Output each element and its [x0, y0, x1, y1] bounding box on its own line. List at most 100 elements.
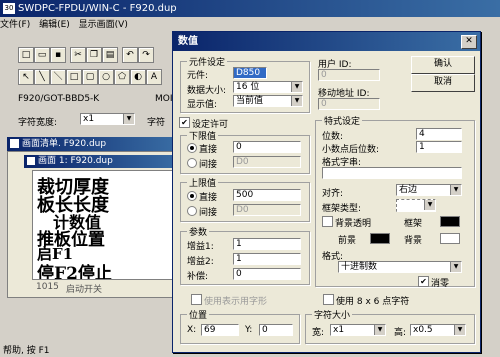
lower-direct-radio[interactable] — [187, 143, 197, 153]
redo-icon[interactable]: ↷ — [138, 47, 154, 63]
foreground-color-swatch[interactable] — [370, 233, 390, 244]
data-size-combo[interactable]: 16 位 ▼ — [233, 81, 303, 93]
upper-indirect-field: D0 — [233, 204, 301, 216]
use-symbol-checkbox — [191, 294, 202, 305]
undo-icon[interactable]: ↶ — [122, 47, 138, 63]
gain2-field[interactable]: 1 — [233, 253, 301, 265]
zero-suppress-checkbox[interactable]: ✔ — [418, 276, 429, 287]
offset-label: 补偿: — [187, 272, 209, 282]
upper-indirect-radio[interactable] — [187, 206, 197, 216]
main-window-title: SWDPC-FPDU/WIN-C - F920.dup — [18, 3, 177, 14]
digits-field[interactable]: 4 — [416, 128, 462, 140]
upper-direct-radio[interactable] — [187, 191, 197, 201]
rectangle-tool-icon[interactable]: □ — [66, 69, 82, 85]
cancel-button[interactable]: 取消 — [411, 74, 475, 92]
main-title-bar: 30 SWDPC-FPDU/WIN-C - F920.dup — [0, 0, 500, 17]
pos-x-field[interactable]: 69 — [201, 324, 239, 336]
char-size-group: 字符大小 宽: x1 ▼ 高: x0.5 ▼ — [305, 308, 475, 344]
format-settings-label: 特式设定 — [322, 114, 363, 127]
align-label: 对齐: — [322, 189, 344, 199]
cut-icon[interactable]: ✂ — [70, 47, 86, 63]
char-width-value: x1 — [83, 114, 95, 124]
chevron-down-icon[interactable]: ▼ — [123, 114, 134, 124]
format-settings-group: 特式设定 位数: 4 小数点后位数: 1 格式字串: 对齐: 右边 ▼ 框架类型… — [315, 114, 475, 289]
chevron-down-icon[interactable]: ▼ — [450, 262, 461, 272]
use-8x6-checkbox[interactable] — [323, 294, 334, 305]
data-size-label: 数据大小: — [187, 86, 227, 96]
char-width-combo[interactable]: x1 ▼ — [80, 113, 135, 125]
menu-file[interactable]: 文件(F) — [0, 20, 30, 30]
frame-type-picker[interactable]: ▼ — [396, 199, 436, 212]
component-field[interactable]: D850 — [233, 67, 267, 79]
ellipse-tool-icon[interactable]: ○ — [98, 69, 114, 85]
menu-edit[interactable]: 编辑(E) — [39, 20, 70, 30]
pos-x-label: X: — [187, 325, 197, 335]
chevron-down-icon[interactable]: ▼ — [374, 325, 385, 335]
pos-y-field[interactable]: 0 — [259, 324, 293, 336]
numeric-dialog: 数值 ✕ 确认 取消 元件设定 元件: D850 数据大小: 16 位 ▼ 显示… — [172, 31, 481, 353]
menu-view[interactable]: 显示画面(V) — [79, 20, 128, 30]
gain1-field[interactable]: 1 — [233, 238, 301, 250]
element-settings-group: 元件设定 元件: D850 数据大小: 16 位 ▼ 显示值: 当前值 ▼ — [180, 55, 310, 113]
decimal-field[interactable]: 1 — [416, 141, 462, 153]
pos-y-label: Y: — [245, 325, 253, 335]
lower-indirect-radio[interactable] — [187, 158, 197, 168]
diagonal-line-icon[interactable]: ╲ — [34, 69, 50, 85]
bottom-mid-text: 启动开关 — [66, 285, 103, 295]
display-value-combo[interactable]: 当前值 ▼ — [233, 95, 303, 107]
open-file-icon[interactable]: ▭ — [34, 47, 50, 63]
foreground-label: 前景 — [338, 236, 357, 246]
screen-editor-title: 画面 1: F920.dup — [38, 156, 113, 166]
screen-icon — [27, 156, 35, 165]
format-string-field[interactable] — [322, 167, 462, 179]
data-size-value: 16 位 — [236, 82, 260, 92]
copy-icon[interactable]: ❐ — [86, 47, 102, 63]
new-file-icon[interactable]: □ — [18, 47, 34, 63]
fill-tool-icon[interactable]: ◐ — [130, 69, 146, 85]
screen-canvas[interactable]: 裁切厚度 板长长度 计数值 推板位置 启F1 停F2停止 — [32, 170, 182, 280]
upper-direct-label: 直接 — [199, 193, 218, 203]
chevron-down-icon[interactable]: ▼ — [291, 96, 302, 106]
canvas-line-6[interactable]: 停F2停止 — [37, 259, 112, 279]
round-rect-icon[interactable]: ▢ — [82, 69, 98, 85]
chevron-down-icon[interactable]: ▼ — [454, 325, 465, 335]
chevron-down-icon[interactable]: ▼ — [450, 185, 461, 195]
ok-button[interactable]: 确认 — [411, 56, 475, 74]
line-tool-icon[interactable]: ＼ — [50, 69, 66, 85]
set-allow-checkbox[interactable]: ✔ — [179, 117, 190, 128]
gain2-label: 增益2: — [187, 257, 214, 267]
upper-direct-field[interactable]: 500 — [233, 189, 301, 201]
text-tool-icon[interactable]: A — [146, 69, 162, 85]
pointer-tool-icon[interactable]: ↖ — [18, 69, 34, 85]
close-icon[interactable]: ✕ — [461, 35, 477, 49]
save-icon[interactable]: ▪ — [50, 47, 66, 63]
zero-suppress-label: 消零 — [431, 279, 450, 289]
format-value: 十进制数 — [341, 262, 378, 272]
window-icon — [10, 139, 19, 148]
char-size-label: 字符大小 — [312, 308, 353, 321]
polygon-tool-icon[interactable]: ⬠ — [114, 69, 130, 85]
char-height-label: 高: — [394, 328, 407, 338]
char-height-combo[interactable]: x0.5 ▼ — [410, 324, 466, 336]
background-color-swatch[interactable] — [440, 233, 460, 244]
char-label2: 字符 — [147, 118, 166, 128]
format-combo[interactable]: 十进制数 ▼ — [338, 261, 462, 273]
background-label: 背景 — [404, 236, 423, 246]
lower-indirect-field: D0 — [233, 156, 301, 168]
position-group: 位置 X: 69 Y: 0 — [180, 308, 300, 344]
dialog-title-bar: 数值 ✕ — [173, 32, 480, 51]
use-8x6-label: 使用 8 x 6 点字符 — [336, 297, 410, 307]
bg-transparent-checkbox[interactable] — [322, 216, 333, 227]
char-width-size-combo[interactable]: x1 ▼ — [330, 324, 386, 336]
align-combo[interactable]: 右边 ▼ — [396, 184, 462, 196]
lower-direct-field[interactable]: 0 — [233, 141, 301, 153]
screen-list-titlebar: 画面清单. F920.dup — [7, 137, 180, 151]
use-symbol-label: 使用表示用字形 — [204, 297, 268, 307]
chevron-down-icon[interactable]: ▼ — [291, 82, 302, 92]
screen-editor-titlebar: 画面 1: F920.dup — [24, 155, 180, 168]
offset-field[interactable]: 0 — [233, 268, 301, 280]
paste-icon[interactable]: ▤ — [102, 47, 118, 63]
chevron-down-icon[interactable]: ▼ — [424, 200, 435, 210]
frame-color-swatch[interactable] — [440, 216, 460, 227]
menu-bar: 文件(F) 编辑(E) 显示画面(V) — [0, 18, 180, 32]
